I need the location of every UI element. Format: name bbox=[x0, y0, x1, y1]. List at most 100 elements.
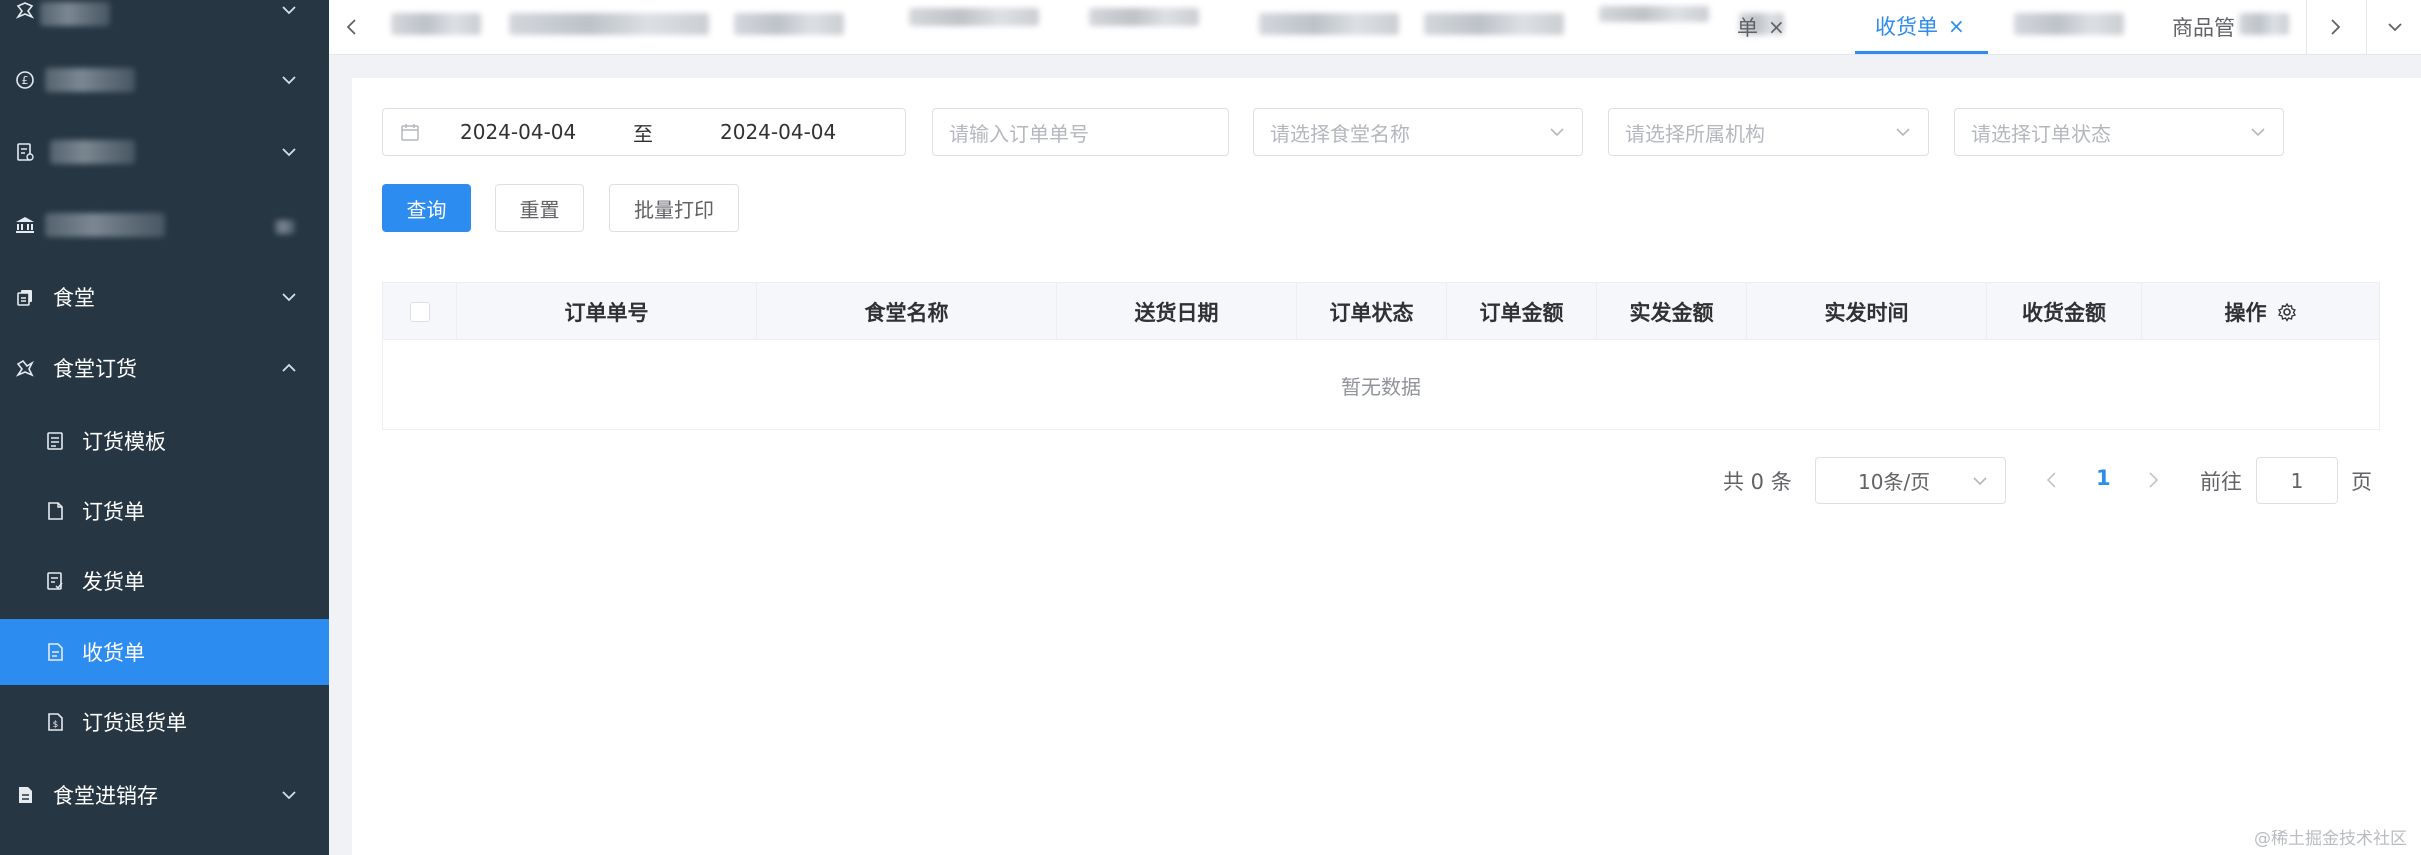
sidebar-item-order[interactable]: 订货单 bbox=[0, 478, 329, 544]
query-button[interactable]: 查询 bbox=[382, 184, 471, 232]
date-end[interactable]: 2024-04-04 bbox=[720, 120, 836, 144]
copy-icon bbox=[14, 286, 36, 308]
redacted-tab[interactable] bbox=[909, 8, 1039, 26]
order-number-input[interactable]: 请输入订单单号 bbox=[932, 108, 1229, 156]
close-icon[interactable]: × bbox=[1768, 15, 1785, 39]
column-header[interactable]: 订单状态 bbox=[1297, 283, 1447, 340]
sidebar-item-label: 发货单 bbox=[82, 570, 145, 594]
redacted-tab[interactable] bbox=[734, 13, 844, 35]
canteen-select[interactable]: 请选择食堂名称 bbox=[1253, 108, 1583, 156]
redacted-label bbox=[50, 140, 135, 164]
date-range-picker[interactable]: 2024-04-04 至 2024-04-04 bbox=[382, 108, 906, 156]
tab-scroll-left-button[interactable] bbox=[329, 0, 375, 54]
page-size-select[interactable]: 10条/页 bbox=[1815, 457, 2006, 504]
tab-product[interactable]: 商品管 bbox=[2172, 0, 2235, 54]
sidebar-menu-canteen[interactable]: 食堂 bbox=[0, 262, 329, 332]
table-header: 订单单号 食堂名称 送货日期 订单状态 订单金额 实发金额 实发时间 收货金额 … bbox=[383, 283, 2379, 340]
checklist-icon bbox=[44, 570, 66, 592]
column-header[interactable]: 送货日期 bbox=[1057, 283, 1297, 340]
chevron-down-icon bbox=[282, 148, 296, 157]
reset-button[interactable]: 重置 bbox=[495, 184, 584, 232]
sidebar-item-shipment[interactable]: 发货单 bbox=[0, 548, 329, 614]
sidebar-menu-item-2[interactable]: £ bbox=[0, 45, 329, 115]
batch-print-button[interactable]: 批量打印 bbox=[609, 184, 739, 232]
sidebar-menu-ordering[interactable]: 食堂订货 bbox=[0, 333, 329, 403]
column-header[interactable]: 食堂名称 bbox=[757, 283, 1057, 340]
tab-dropdown-button[interactable] bbox=[2372, 0, 2418, 54]
redacted-tab[interactable] bbox=[509, 13, 709, 35]
coupon-icon bbox=[14, 357, 36, 379]
prev-page-button[interactable] bbox=[2044, 470, 2060, 490]
redacted-tab[interactable] bbox=[391, 13, 481, 35]
current-page-number[interactable]: 1 bbox=[2096, 466, 2111, 490]
tab-receipt[interactable]: 收货单 × bbox=[1855, 0, 1988, 54]
goto-page-input[interactable]: 1 bbox=[2256, 457, 2338, 504]
coupon-icon bbox=[14, 0, 36, 21]
sidebar-menu-canteen-label: 食堂 bbox=[53, 286, 95, 310]
sidebar-menu-inventory[interactable]: 食堂进销存 bbox=[0, 760, 329, 830]
column-header[interactable]: 实发时间 bbox=[1747, 283, 1987, 340]
table-empty-text: 暂无数据 bbox=[1341, 374, 1421, 399]
select-all-checkbox[interactable] bbox=[409, 301, 430, 322]
watermark: @稀土掘金技术社区 bbox=[2254, 829, 2407, 849]
column-header[interactable]: 收货金额 bbox=[1987, 283, 2142, 340]
goto-label: 前往 bbox=[2200, 470, 2242, 494]
order-status-select-placeholder: 请选择订单状态 bbox=[1971, 121, 2111, 146]
pound-icon: £ bbox=[14, 69, 36, 91]
chevron-down-icon bbox=[282, 6, 296, 15]
calendar-icon bbox=[401, 124, 419, 141]
sidebar-menu-ordering-label: 食堂订货 bbox=[53, 357, 137, 381]
file-icon bbox=[14, 784, 36, 806]
column-header[interactable]: 实发金额 bbox=[1597, 283, 1747, 340]
sidebar-menu-item-3[interactable] bbox=[0, 117, 329, 187]
column-header-actions: 操作 bbox=[2142, 283, 2379, 340]
sidebar-item-receipt[interactable]: 收货单 bbox=[0, 619, 329, 685]
redacted-label bbox=[45, 213, 165, 237]
sidebar-item-order-template[interactable]: 订货模板 bbox=[0, 408, 329, 474]
sidebar-item-label: 订货模板 bbox=[82, 430, 166, 454]
redacted-tab[interactable] bbox=[1089, 8, 1199, 26]
redacted-tab[interactable] bbox=[1424, 13, 1564, 35]
date-start[interactable]: 2024-04-04 bbox=[460, 120, 576, 144]
redacted-indicator bbox=[275, 220, 295, 234]
tab-scroll-right-button[interactable] bbox=[2312, 0, 2358, 54]
tab-divider bbox=[2366, 0, 2367, 54]
goto-page-value: 1 bbox=[2290, 468, 2304, 493]
order-status-select[interactable]: 请选择订单状态 bbox=[1954, 108, 2284, 156]
column-header-label: 操作 bbox=[2224, 300, 2267, 325]
chevron-up-icon bbox=[282, 363, 296, 372]
organization-select[interactable]: 请选择所属机构 bbox=[1608, 108, 1929, 156]
sidebar-menu-item-4[interactable] bbox=[0, 190, 329, 260]
order-number-placeholder: 请输入订单单号 bbox=[949, 121, 1089, 146]
redacted-tab[interactable] bbox=[1259, 13, 1399, 35]
tab-partial[interactable]: 单 × bbox=[1737, 0, 1785, 54]
svg-text:$: $ bbox=[53, 720, 59, 730]
close-icon[interactable]: × bbox=[1948, 14, 1965, 38]
document-icon bbox=[44, 430, 66, 452]
page-icon bbox=[44, 500, 66, 522]
column-header[interactable]: 订单单号 bbox=[457, 283, 757, 340]
page-suffix: 页 bbox=[2351, 470, 2372, 494]
svg-text:£: £ bbox=[22, 74, 29, 87]
column-header[interactable]: 订单金额 bbox=[1447, 283, 1597, 340]
redacted-tab[interactable] bbox=[1599, 6, 1709, 22]
canteen-select-placeholder: 请选择食堂名称 bbox=[1270, 121, 1410, 146]
chevron-down-icon bbox=[282, 76, 296, 85]
tab-label: 收货单 bbox=[1875, 14, 1938, 39]
pagination-total: 共 0 条 bbox=[1723, 470, 1792, 494]
sidebar-item-label: 订货退货单 bbox=[82, 711, 187, 735]
chevron-down-icon bbox=[1550, 128, 1564, 137]
redacted-tab[interactable] bbox=[2239, 13, 2289, 35]
return-doc-icon: $ bbox=[44, 711, 66, 733]
chevron-down-icon bbox=[1896, 128, 1910, 137]
sidebar-item-order-return[interactable]: $ 订货退货单 bbox=[0, 689, 329, 755]
next-page-button[interactable] bbox=[2145, 470, 2161, 490]
sidebar: £ 食堂 食堂订货 订货模板 订货单 发货单 收货单 $ 订货退货单 食堂进销存 bbox=[0, 0, 329, 855]
gear-icon[interactable] bbox=[2277, 302, 2297, 322]
redacted-tab[interactable] bbox=[2014, 13, 2124, 35]
tab-label: 单 bbox=[1737, 16, 1758, 40]
page-size-value: 10条/页 bbox=[1858, 470, 1931, 494]
receipt-icon bbox=[44, 641, 66, 663]
sidebar-menu-item-1[interactable] bbox=[0, 0, 329, 45]
receipt-table: 订单单号 食堂名称 送货日期 订单状态 订单金额 实发金额 实发时间 收货金额 … bbox=[382, 282, 2380, 430]
